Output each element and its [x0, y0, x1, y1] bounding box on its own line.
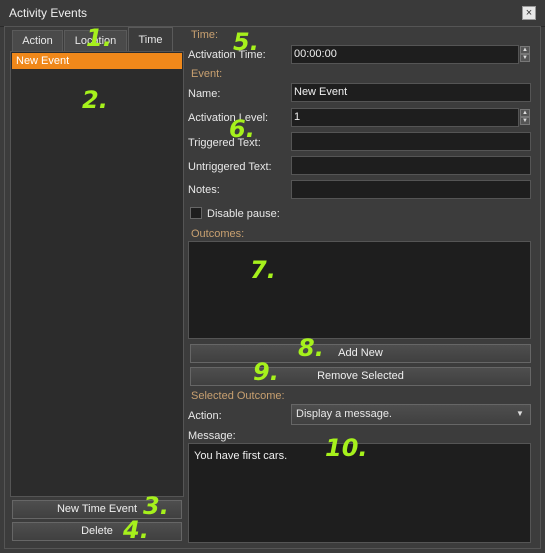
- disable-pause-label: Disable pause:: [207, 208, 280, 220]
- remove-selected-button[interactable]: Remove Selected: [190, 367, 531, 386]
- selected-outcome-label: Selected Outcome:: [191, 390, 285, 402]
- triggered-text-field[interactable]: [291, 132, 531, 151]
- delete-button[interactable]: Delete: [12, 522, 182, 541]
- spin-up-icon[interactable]: ▲: [520, 46, 530, 54]
- name-field[interactable]: New Event: [291, 83, 531, 102]
- notes-field[interactable]: [291, 180, 531, 199]
- activation-time-field[interactable]: 00:00:00: [291, 45, 519, 64]
- annotation-1: 1.: [86, 24, 112, 52]
- action-dropdown[interactable]: Display a message. ▼: [291, 404, 531, 425]
- event-section-label: Event:: [191, 68, 223, 80]
- message-label: Message:: [188, 430, 236, 442]
- annotation-2: 2.: [82, 86, 108, 114]
- message-text: You have first cars.: [194, 450, 288, 462]
- list-item[interactable]: New Event: [12, 53, 182, 69]
- action-dropdown-value: Display a message.: [296, 408, 392, 420]
- annotation-4: 4.: [123, 516, 149, 544]
- activation-time-spinner[interactable]: ▲ ▼: [520, 46, 530, 63]
- notes-label: Notes:: [188, 184, 220, 196]
- spin-down-icon[interactable]: ▼: [520, 54, 530, 62]
- outcomes-section-label: Outcomes:: [191, 228, 245, 240]
- action-label: Action:: [188, 410, 222, 422]
- activation-level-spinner[interactable]: ▲ ▼: [520, 109, 530, 126]
- untriggered-text-field[interactable]: [291, 156, 531, 175]
- chevron-down-icon[interactable]: ▼: [516, 409, 524, 418]
- annotation-5: 5.: [233, 28, 259, 56]
- window-title: Activity Events: [9, 6, 88, 20]
- annotation-6: 6.: [229, 115, 255, 143]
- spin-up-icon[interactable]: ▲: [520, 109, 530, 117]
- add-new-button[interactable]: Add New: [190, 344, 531, 363]
- activation-level-field[interactable]: 1: [291, 108, 519, 127]
- tab-time[interactable]: Time: [128, 27, 173, 52]
- close-icon[interactable]: ×: [522, 6, 536, 20]
- annotation-7: 7.: [250, 256, 276, 284]
- annotation-10: 10.: [325, 434, 368, 462]
- untriggered-text-label: Untriggered Text:: [188, 161, 272, 173]
- time-section-label: Time:: [191, 29, 219, 41]
- outcomes-list[interactable]: [188, 241, 531, 339]
- spin-down-icon[interactable]: ▼: [520, 117, 530, 125]
- disable-pause-checkbox[interactable]: [190, 207, 202, 219]
- tab-action[interactable]: Action: [12, 30, 63, 51]
- name-label: Name:: [188, 88, 221, 100]
- annotation-9: 9.: [253, 358, 279, 386]
- annotation-8: 8.: [298, 334, 324, 362]
- event-list[interactable]: [10, 51, 184, 497]
